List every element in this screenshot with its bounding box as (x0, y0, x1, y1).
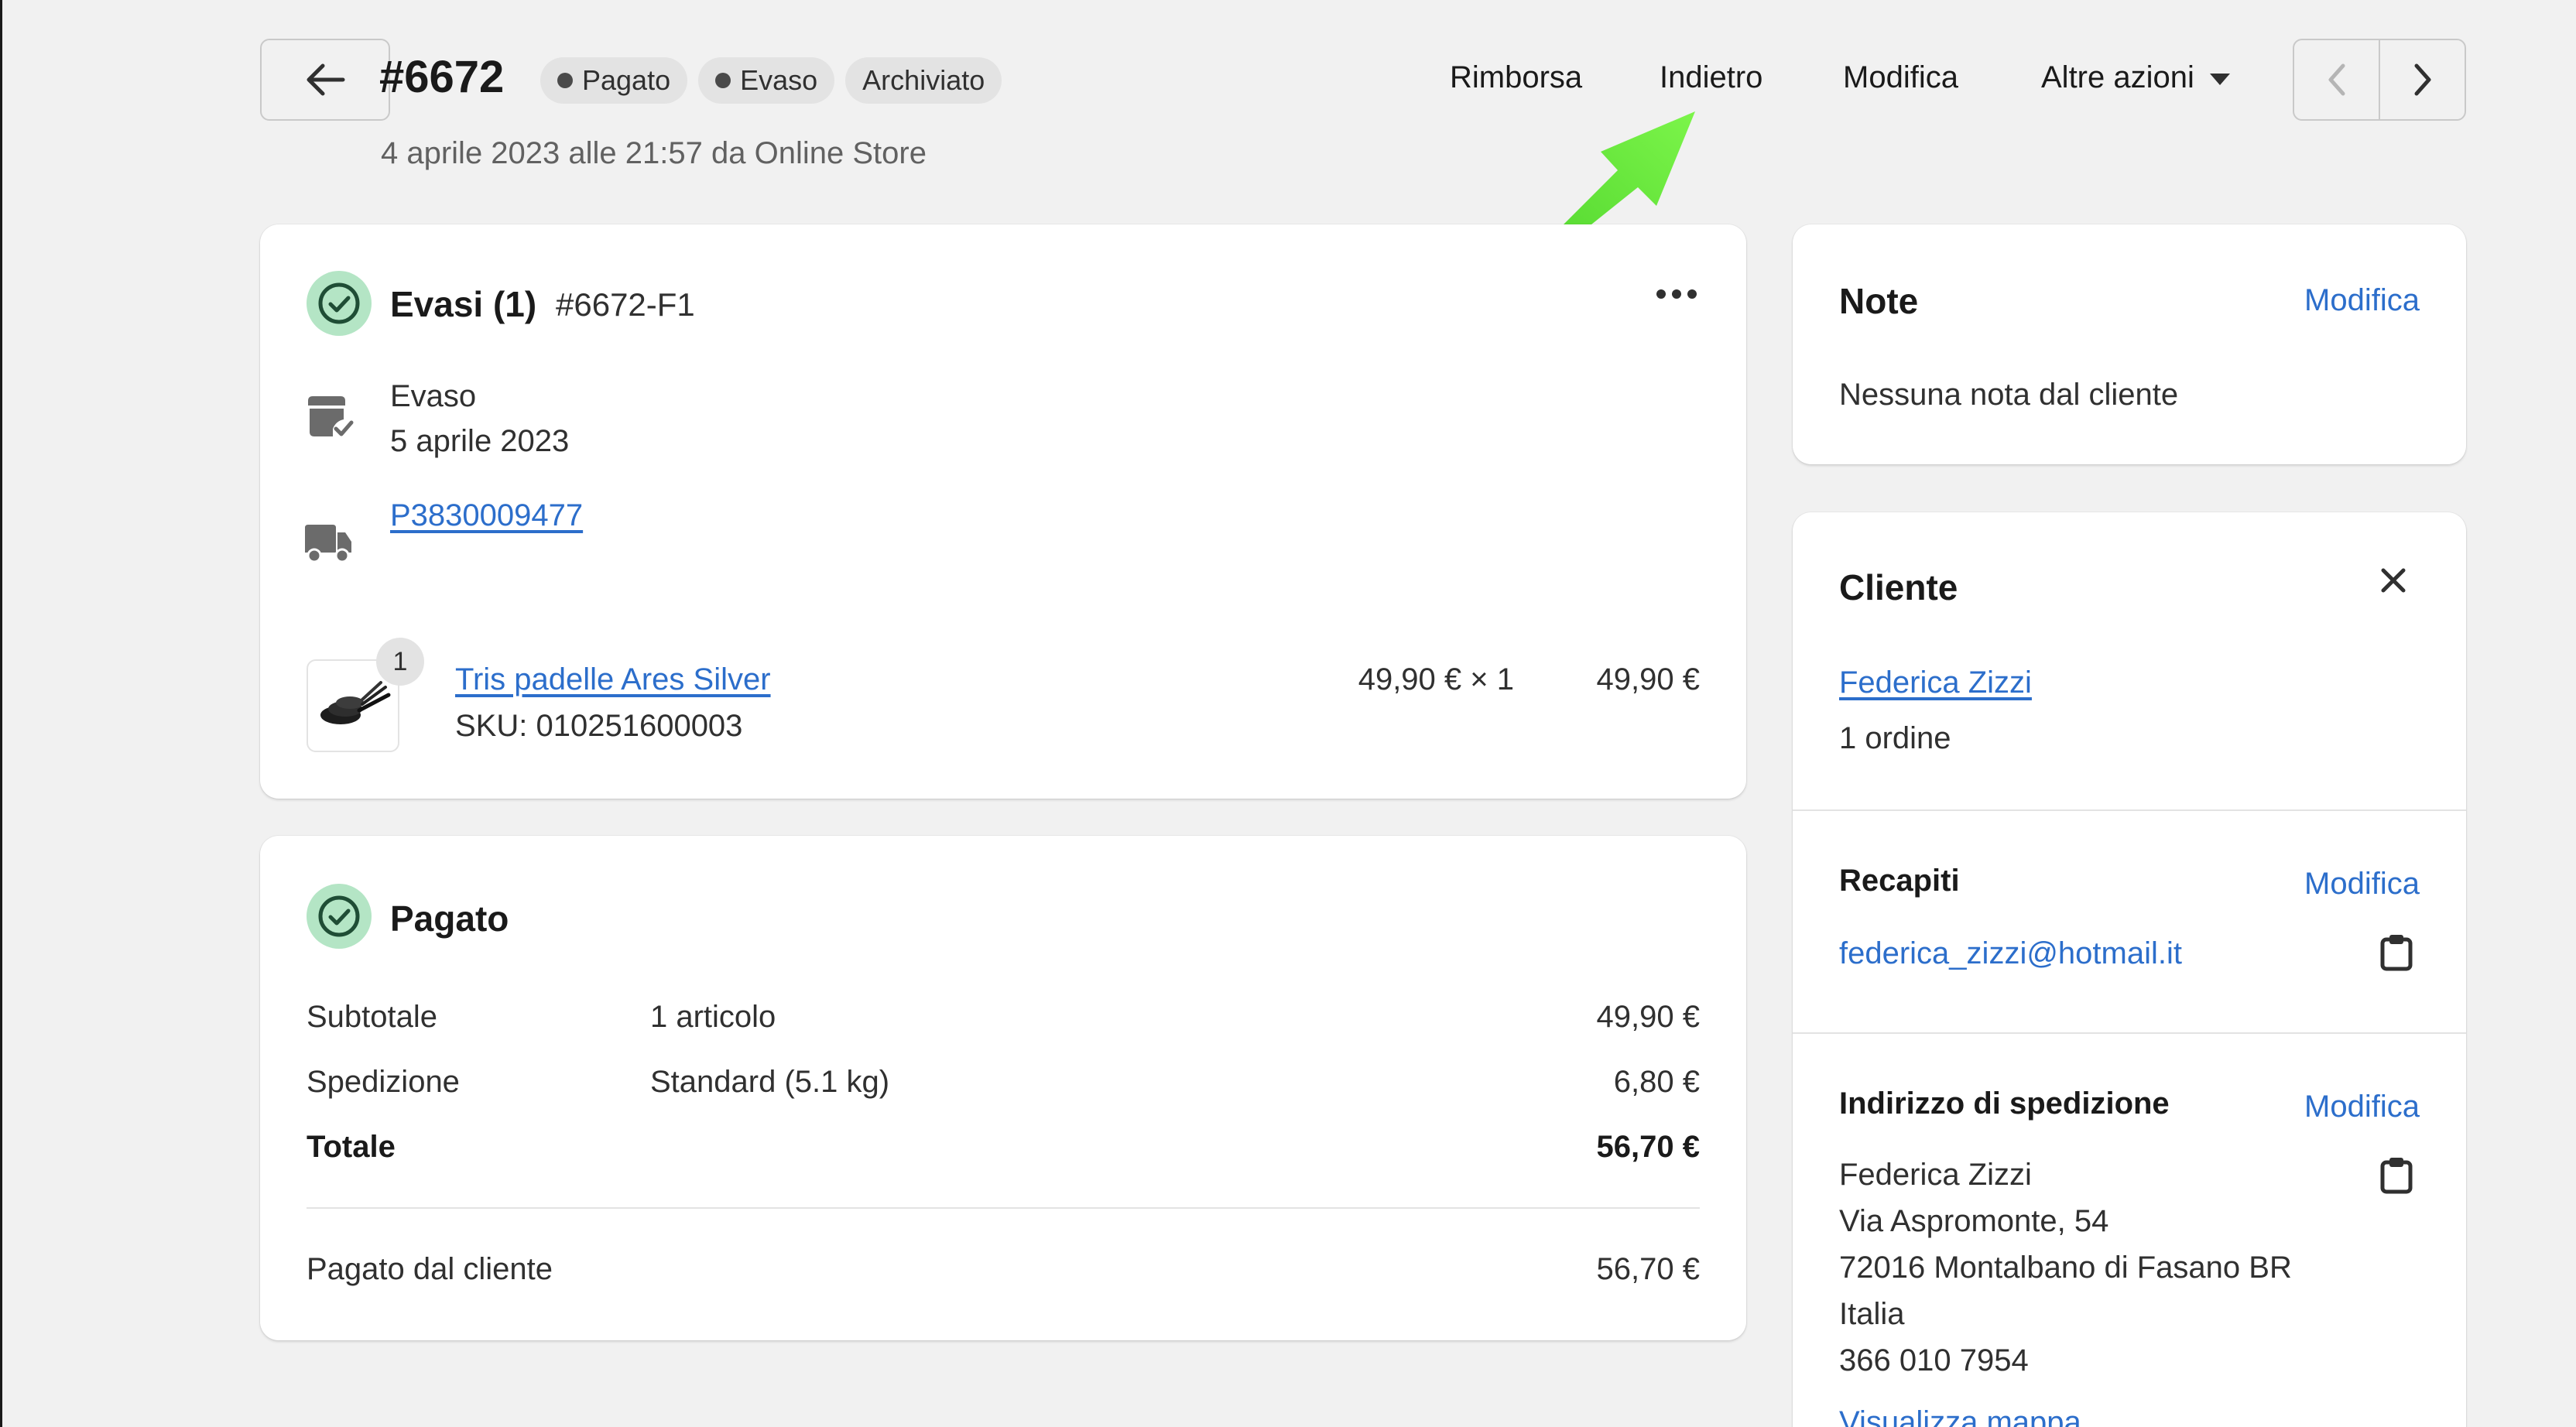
customer-card: Cliente Federica Zizzi 1 ordine Recapiti… (1793, 512, 2466, 1427)
address-line: Federica Zizzi (1839, 1158, 2032, 1192)
product-sku: SKU: 010251600003 (455, 709, 743, 743)
divider (1793, 809, 2466, 811)
divider (307, 1207, 1700, 1209)
clipboard-icon[interactable] (2379, 1156, 2413, 1195)
note-edit-button[interactable]: Modifica (2226, 283, 2420, 318)
restock-back-button[interactable]: Indietro (1660, 60, 1762, 95)
contacts-edit-button[interactable]: Modifica (2226, 867, 2420, 902)
subtotal-detail: 1 articolo (650, 1000, 776, 1034)
customer-name-link[interactable]: Federica Zizzi (1839, 666, 2032, 700)
refund-button[interactable]: Rimborsa (1450, 60, 1582, 95)
view-map-link[interactable]: Visualizza mappa (1839, 1405, 2081, 1427)
paid-by-customer-amount: 56,70 € (1596, 1252, 1700, 1286)
order-subtitle: 4 aprile 2023 alle 21:57 da Online Store (381, 136, 927, 170)
fulfilled-box-icon (308, 396, 354, 436)
previous-order-button[interactable] (2294, 40, 2379, 119)
shipping-amount: 6,80 € (1613, 1065, 1700, 1099)
chevron-left-icon (2328, 63, 2345, 96)
next-order-button[interactable] (2379, 40, 2465, 119)
more-actions-label: Altre azioni (2041, 60, 2194, 94)
payment-title: Pagato (390, 898, 509, 939)
product-name-link[interactable]: Tris padelle Ares Silver (455, 662, 771, 697)
shipping-label: Spedizione (307, 1065, 460, 1099)
address-line: Via Aspromonte, 54 (1839, 1204, 2109, 1238)
address-line: Italia (1839, 1297, 1905, 1331)
shipping-address-edit-button[interactable]: Modifica (2226, 1090, 2420, 1124)
order-pager (2293, 39, 2466, 121)
customer-title: Cliente (1839, 567, 1958, 607)
fulfillment-id: #6672-F1 (556, 286, 695, 323)
paid-by-customer-label: Pagato dal cliente (307, 1252, 553, 1286)
check-circle-icon (307, 884, 372, 949)
close-icon[interactable] (2379, 566, 2407, 594)
customer-orders-count: 1 ordine (1839, 721, 1951, 755)
truck-icon (305, 525, 351, 563)
chevron-right-icon (2414, 63, 2430, 96)
clipboard-icon[interactable] (2379, 933, 2413, 972)
window-edge (0, 0, 2, 1427)
shipping-address-title: Indirizzo di spedizione (1839, 1087, 2170, 1121)
note-title: Note (1839, 281, 1919, 321)
fulfillment-card: Evasi (1) #6672-F1 Evaso 5 aprile 2023 P… (260, 224, 1746, 799)
fulfillment-status-label: Evaso (390, 379, 477, 413)
fulfillment-title: Evasi (1) (390, 284, 537, 324)
customer-email-link[interactable]: federica_zizzi@hotmail.it (1839, 936, 2182, 971)
address-line: 72016 Montalbano di Fasano BR (1839, 1251, 2292, 1285)
edit-button[interactable]: Modifica (1843, 60, 1958, 95)
shipping-detail: Standard (5.1 kg) (650, 1065, 890, 1099)
total-amount: 56,70 € (1596, 1130, 1700, 1164)
tracking-number-link[interactable]: P3830009477 (390, 498, 583, 533)
note-text: Nessuna nota dal cliente (1839, 378, 2179, 412)
pan-product-image (320, 681, 391, 724)
more-horizontal-icon[interactable] (1656, 289, 1697, 299)
payment-card: Pagato Subtotale 1 articolo 49,90 € Sped… (260, 836, 1746, 1340)
check-circle-icon (307, 271, 372, 336)
note-card: Note Modifica Nessuna nota dal cliente (1793, 224, 2466, 464)
header-actions: Rimborsa Indietro Modifica Altre azioni (0, 60, 2576, 99)
contacts-title: Recapiti (1839, 864, 1960, 898)
line-total: 49,90 € (1596, 662, 1700, 696)
divider (1793, 1032, 2466, 1034)
fulfillment-date: 5 aprile 2023 (390, 424, 570, 458)
more-actions-button[interactable]: Altre azioni (2041, 60, 2230, 95)
caret-down-icon (2209, 74, 2230, 85)
total-label: Totale (307, 1130, 396, 1164)
quantity-badge: 1 (376, 638, 424, 686)
subtotal-amount: 49,90 € (1596, 1000, 1700, 1034)
phone-number: 366 010 7954 (1839, 1343, 2029, 1377)
subtotal-label: Subtotale (307, 1000, 438, 1034)
